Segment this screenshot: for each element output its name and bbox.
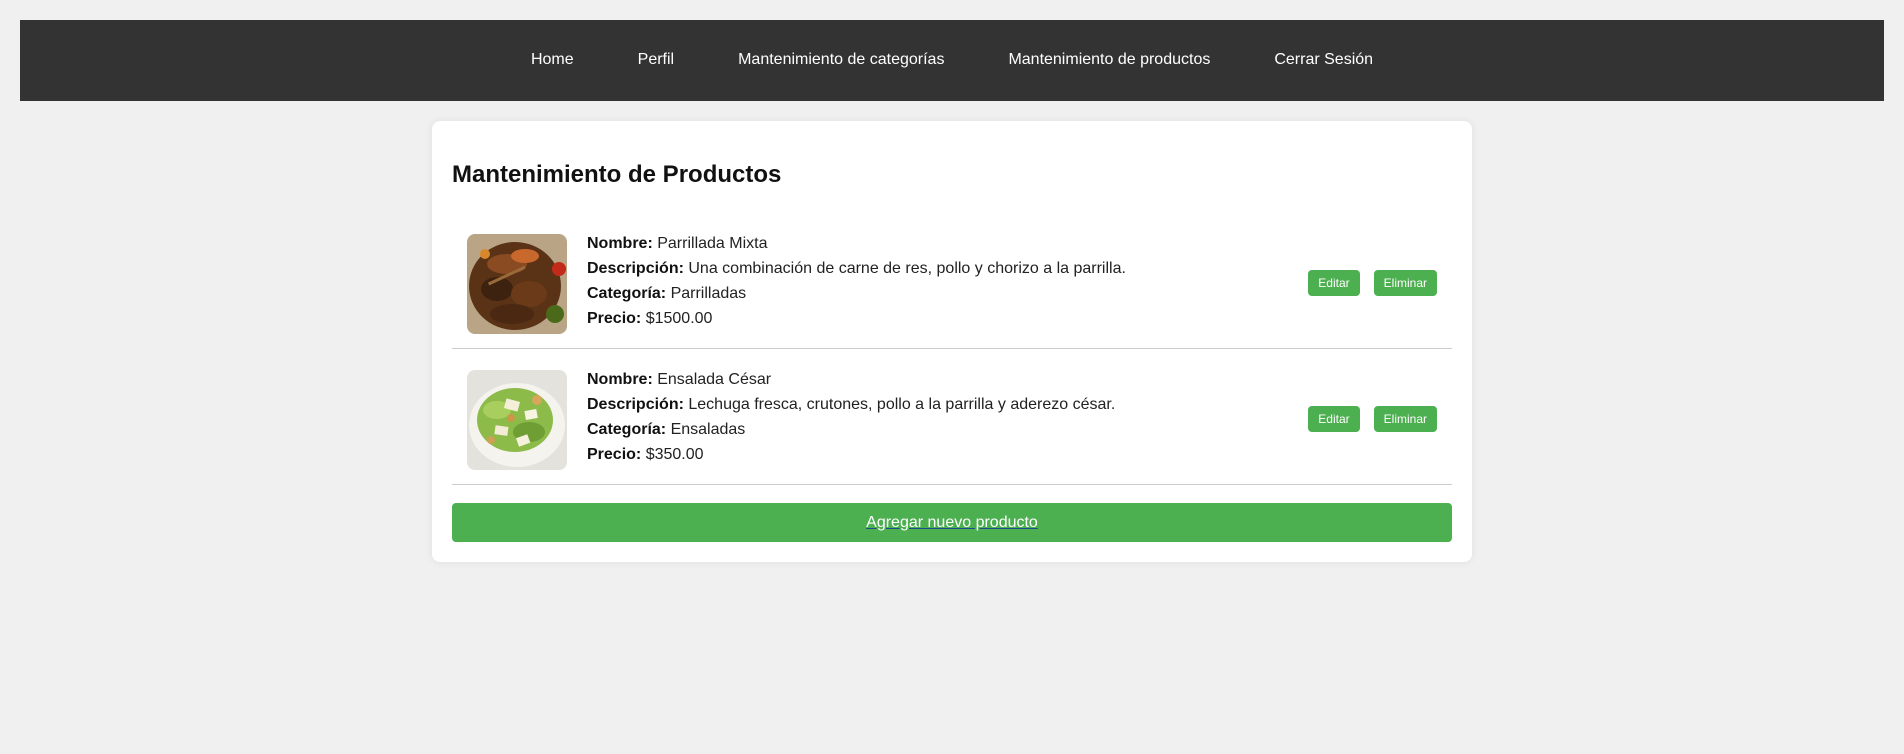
grilled-meat-image	[467, 234, 567, 334]
description-label: Descripción:	[587, 260, 684, 277]
category-label: Categoría:	[587, 421, 667, 438]
caesar-salad-image	[467, 370, 567, 470]
edit-button[interactable]: Editar	[1308, 406, 1360, 432]
product-name: Parrillada Mixta	[657, 235, 768, 252]
nav-home-link[interactable]: Home	[531, 51, 574, 69]
product-price-row: Precio: $350.00	[587, 442, 1115, 467]
product-description-row: Descripción: Una combinación de carne de…	[587, 256, 1126, 281]
add-product-bar[interactable]: Agregar nuevo producto	[452, 503, 1452, 542]
product-actions: Editar Eliminar	[1308, 270, 1437, 296]
product-description: Una combinación de carne de res, pollo y…	[688, 260, 1126, 277]
delete-button[interactable]: Eliminar	[1373, 406, 1437, 432]
nav-products-link[interactable]: Mantenimiento de productos	[1008, 51, 1210, 69]
delete-button[interactable]: Eliminar	[1373, 270, 1437, 296]
product-name-row: Nombre: Ensalada César	[587, 367, 1115, 392]
nav-profile-link[interactable]: Perfil	[638, 51, 674, 69]
nav-categories-link[interactable]: Mantenimiento de categorías	[738, 51, 944, 69]
page-title: Mantenimiento de Productos	[452, 161, 782, 188]
product-info: Nombre: Ensalada César Descripción: Lech…	[587, 367, 1115, 467]
product-category: Parrilladas	[670, 285, 747, 302]
product-list: Nombre: Parrillada Mixta Descripción: Un…	[452, 213, 1452, 485]
category-label: Categoría:	[587, 285, 667, 302]
nav-logout-link[interactable]: Cerrar Sesión	[1274, 51, 1373, 69]
product-name: Ensalada César	[657, 371, 772, 388]
top-navigation: Home Perfil Mantenimiento de categorías …	[20, 20, 1884, 101]
edit-button[interactable]: Editar	[1308, 270, 1360, 296]
product-price: $350.00	[645, 446, 704, 463]
product-item: Nombre: Parrillada Mixta Descripción: Un…	[452, 213, 1452, 349]
price-label: Precio:	[587, 446, 642, 463]
product-category-row: Categoría: Parrilladas	[587, 281, 1126, 306]
product-category: Ensaladas	[670, 421, 746, 438]
product-actions: Editar Eliminar	[1308, 406, 1437, 432]
name-label: Nombre:	[587, 371, 653, 388]
product-info: Nombre: Parrillada Mixta Descripción: Un…	[587, 231, 1126, 331]
product-description-row: Descripción: Lechuga fresca, crutones, p…	[587, 392, 1115, 417]
price-label: Precio:	[587, 310, 642, 327]
product-category-row: Categoría: Ensaladas	[587, 417, 1115, 442]
product-price-row: Precio: $1500.00	[587, 306, 1126, 331]
name-label: Nombre:	[587, 235, 653, 252]
product-item: Nombre: Ensalada César Descripción: Lech…	[452, 349, 1452, 485]
product-name-row: Nombre: Parrillada Mixta	[587, 231, 1126, 256]
product-description: Lechuga fresca, crutones, pollo a la par…	[688, 396, 1116, 413]
add-product-link[interactable]: Agregar nuevo producto	[866, 514, 1038, 532]
products-card: Mantenimiento de Productos Nombre: Parri…	[432, 121, 1472, 562]
product-price: $1500.00	[645, 310, 713, 327]
description-label: Descripción:	[587, 396, 684, 413]
